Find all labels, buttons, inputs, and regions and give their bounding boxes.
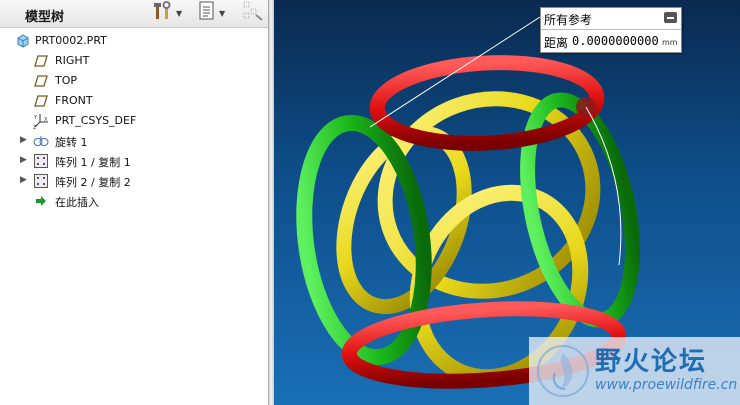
expand-arrow-icon[interactable]: ▶ (20, 175, 27, 185)
flame-logo-icon (535, 343, 591, 403)
svg-text:Y: Y (33, 115, 38, 121)
part-icon (15, 34, 31, 48)
tools-dropdown-icon: ▼ (176, 8, 183, 18)
tree-item-label: PRT0002.PRT (35, 34, 107, 47)
tree-item-label: PRT_CSYS_DEF (55, 114, 137, 127)
distance-label: 距离 (544, 36, 569, 50)
expand-arrow-icon[interactable]: ▶ (20, 155, 27, 165)
forum-watermark: 野火论坛 www.proewildfire.cn (529, 337, 740, 405)
pattern-icon (33, 154, 49, 168)
collapse-icon[interactable] (664, 12, 677, 23)
3d-graphics-viewport[interactable]: 所有参考 距离 0.0000000000 mm 野火论坛 www.proewil… (274, 0, 740, 405)
tree-item-top-plane[interactable]: TOP (0, 71, 268, 91)
tree-item-label: FRONT (55, 94, 93, 107)
green-ring-left[interactable] (290, 114, 438, 366)
settings-dropdown-icon: ▼ (219, 8, 226, 18)
pattern-icon (33, 174, 49, 188)
tree-item-front-plane[interactable]: FRONT (0, 91, 268, 111)
tree-item-label: 在此插入 (55, 196, 99, 209)
tree-tools-button[interactable]: ▼ (153, 1, 183, 25)
expand-arrow-icon[interactable]: ▶ (20, 135, 27, 145)
svg-text:X: X (44, 117, 48, 123)
measure-divider (541, 29, 681, 30)
insert-here-arrow-icon (33, 194, 49, 208)
tree-filter-button[interactable] (243, 1, 263, 25)
tree-item-label: 旋转 1 (55, 136, 88, 149)
revolve-icon (33, 134, 49, 148)
tree-settings-button[interactable]: ▼ (198, 1, 226, 25)
tree-item-right-plane[interactable]: RIGHT (0, 51, 268, 71)
tree-item-pattern-2[interactable]: ▶ 阵列 2 / 复制 2 (0, 171, 268, 191)
tools-icon (153, 1, 173, 25)
tree-item-part[interactable]: PRT0002.PRT (0, 31, 268, 51)
svg-text:Z: Z (33, 125, 37, 129)
datum-plane-icon (33, 94, 49, 108)
watermark-title: 野火论坛 (595, 347, 708, 377)
measure-callout[interactable]: 所有参考 距离 0.0000000000 mm (540, 7, 682, 53)
model-tree-list: PRT0002.PRT RIGHT TOP FRONT Y X Z PRT_CS… (0, 31, 268, 211)
model-tree-title: 模型树 (25, 10, 65, 25)
tree-filter-icon (243, 1, 263, 25)
watermark-url: www.proewildfire.cn (595, 377, 738, 393)
datum-plane-icon (33, 54, 49, 68)
tree-item-insert-here[interactable]: 在此插入 (0, 191, 268, 211)
tree-item-label: 阵列 2 / 复制 2 (55, 176, 131, 189)
model-tree-header: 模型树 ▼ ▼ (0, 0, 268, 28)
measure-title: 所有参考 (544, 13, 593, 27)
model-tree-panel: 模型树 ▼ ▼ PRT0002.PRT RIGHT TOP FRONT Y X … (0, 0, 268, 405)
settings-list-icon (198, 1, 216, 25)
tree-item-pattern-1[interactable]: ▶ 阵列 1 / 复制 1 (0, 151, 268, 171)
tree-item-label: TOP (55, 74, 78, 87)
distance-value: 0.0000000000 (572, 34, 659, 48)
tree-item-csys[interactable]: Y X Z PRT_CSYS_DEF (0, 111, 268, 131)
distance-unit: mm (662, 38, 678, 47)
tree-item-revolve[interactable]: ▶ 旋转 1 (0, 131, 268, 151)
coordinate-system-icon: Y X Z (33, 114, 49, 129)
tree-item-label: 阵列 1 / 复制 1 (55, 156, 131, 169)
datum-plane-icon (33, 74, 49, 88)
tree-item-label: RIGHT (55, 54, 90, 67)
